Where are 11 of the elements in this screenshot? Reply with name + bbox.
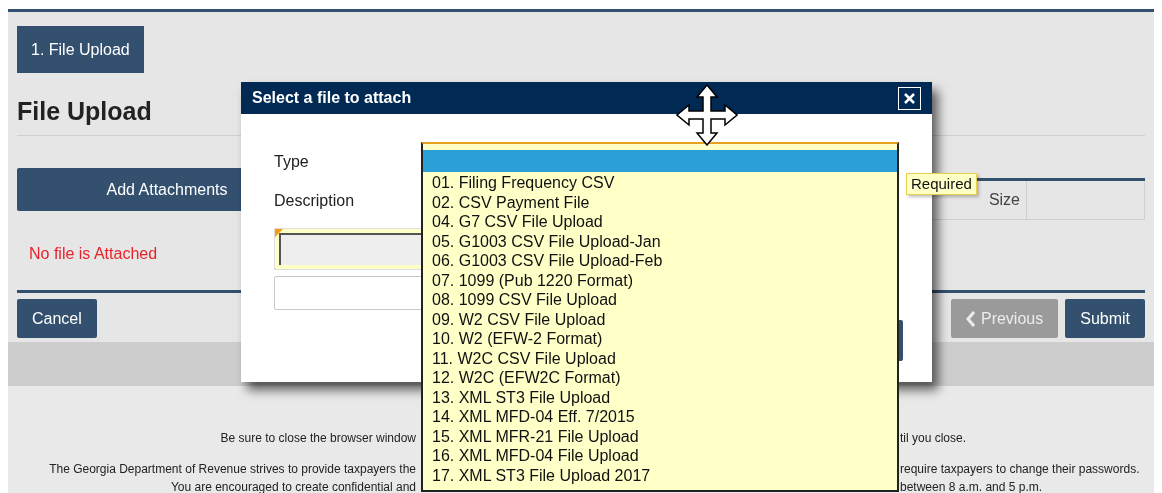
footer-text: Be sure to close the browser window	[220, 430, 416, 447]
field-label: Type	[274, 152, 309, 170]
footer-text: require taxpayers to change their passwords.	[900, 461, 1140, 478]
footer-text: The Georgia Department of Revenue strives to provide taxpayers the	[49, 461, 416, 478]
footer-text: You are encouraged to create confidential and	[170, 479, 416, 493]
page-heading: File Upload	[17, 96, 152, 127]
empty-message: No file is Attached	[29, 244, 158, 264]
required-tooltip: Required	[906, 173, 977, 195]
footer-text: til you close.	[900, 430, 967, 447]
footer-text: between 8 a.m. and 5 p.m.	[900, 479, 1043, 493]
dialog-title: Select a file to attach	[252, 88, 412, 108]
